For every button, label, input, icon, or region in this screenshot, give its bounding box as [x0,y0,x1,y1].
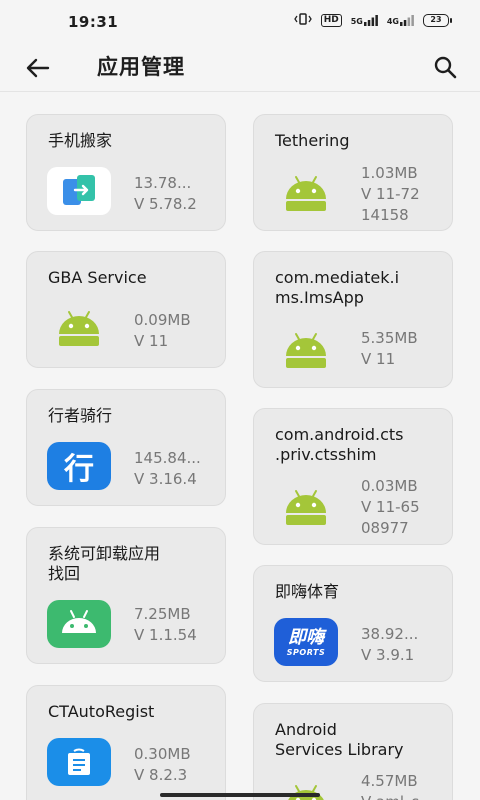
app-size: 13.78... [134,174,192,192]
app-card-android-services-library[interactable]: Android Services Library 4.57MB V aml_s [253,703,453,800]
app-meta: 5.35MB V 11 [361,328,451,370]
app-meta: 145.84... V 3.16.4 [134,448,224,490]
app-version: V 11-72 [361,185,420,203]
app-card-system-restore[interactable]: 系统可卸载应用 找回 7.25MB V 1.1.54 [26,527,226,664]
android-icon [47,304,111,352]
app-card-xingzhe[interactable]: 行者骑行 行 145.84... V 3.16.4 [26,389,226,506]
android-icon [274,326,338,374]
app-name: com.mediatek.i ms.ImsApp [275,268,400,307]
back-arrow-icon [26,58,50,78]
app-version: V 11 [134,332,169,350]
app-meta: 0.30MB V 8.2.3 [134,744,224,786]
app-meta: 38.92... V 3.9.1 [361,624,451,666]
app-name: Android Services Library [275,720,404,759]
app-card-phone-clone[interactable]: 手机搬家 13.78... V 5.78.2 [26,114,226,231]
app-meta: 0.09MB V 11 [134,310,224,352]
status-icons: HD 5G 4G 23 [293,13,452,28]
app-version: V 11 [361,350,396,368]
phone-clone-icon [47,167,111,215]
app-card-gba-service[interactable]: GBA Service 0.09MB V 11 [26,251,226,368]
app-name: 即嗨体育 [275,582,340,601]
app-card-ctsshim[interactable]: com.android.cts .priv.ctsshim 0.03MB V 1… [253,408,453,545]
app-name: 系统可卸载应用 找回 [48,544,161,583]
status-time: 19:31 [68,13,119,31]
app-size: 0.09MB [134,311,191,329]
app-size: 4.57MB [361,772,418,790]
app-size: 38.92... [361,625,419,643]
app-meta: 4.57MB V aml_s [361,771,451,800]
battery-icon: 23 [423,14,452,27]
app-bar: 应用管理 [0,42,480,92]
app-version-cont: 08977 [361,519,409,537]
search-button[interactable] [428,50,462,84]
app-meta: 1.03MB V 11-72 14158 [361,163,451,226]
app-size: 145.84... [134,449,201,467]
app-size: 5.35MB [361,329,418,347]
app-meta: 0.03MB V 11-65 08977 [361,476,451,539]
app-version: V 8.2.3 [134,766,188,784]
app-name: 行者骑行 [48,406,113,425]
android-icon [274,483,338,531]
android-icon [274,169,338,217]
app-size: 0.03MB [361,477,418,495]
app-meta: 13.78... V 5.78.2 [134,173,224,215]
app-name: GBA Service [48,268,147,287]
app-version: V 5.78.2 [134,195,197,213]
search-icon [434,56,457,79]
app-meta: 7.25MB V 1.1.54 [134,604,224,646]
back-button[interactable] [22,52,54,84]
android-green-icon [47,600,111,648]
app-name: CTAutoRegist [48,702,155,721]
app-version: V aml_s [361,792,451,800]
ct-icon [47,738,111,786]
jihai-sports-icon: 即嗨 SPORTS [274,618,338,666]
app-version: V 11-65 [361,498,420,516]
xingzhe-icon: 行 [47,442,111,490]
app-name: com.android.cts .priv.ctsshim [275,425,404,464]
app-version: V 3.16.4 [134,470,197,488]
signal-5g-icon: 5G [351,15,378,26]
app-size: 1.03MB [361,164,418,182]
app-version: V 1.1.54 [134,626,197,644]
app-version-cont: 14158 [361,206,409,224]
signal-4g-icon: 4G [387,15,414,26]
app-size: 7.25MB [134,605,191,623]
app-card-mediatek-ims[interactable]: com.mediatek.i ms.ImsApp 5.35MB V 11 [253,251,453,388]
app-name: Tethering [275,131,350,150]
app-version: V 3.9.1 [361,646,415,664]
app-card-jihai-sports[interactable]: 即嗨体育 即嗨 SPORTS 38.92... V 3.9.1 [253,565,453,682]
status-bar: 19:31 HD 5G 4G 23 [0,0,480,42]
home-indicator[interactable] [160,793,320,797]
app-size: 0.30MB [134,745,191,763]
hd-icon: HD [320,14,342,27]
app-card-ctautoregist[interactable]: CTAutoRegist 0.30MB V 8.2.3 [26,685,226,800]
app-name: 手机搬家 [48,131,113,150]
vibrate-icon [293,13,312,28]
page-title: 应用管理 [97,55,185,79]
app-card-tethering[interactable]: Tethering 1.03MB V 11-72 14158 [253,114,453,231]
